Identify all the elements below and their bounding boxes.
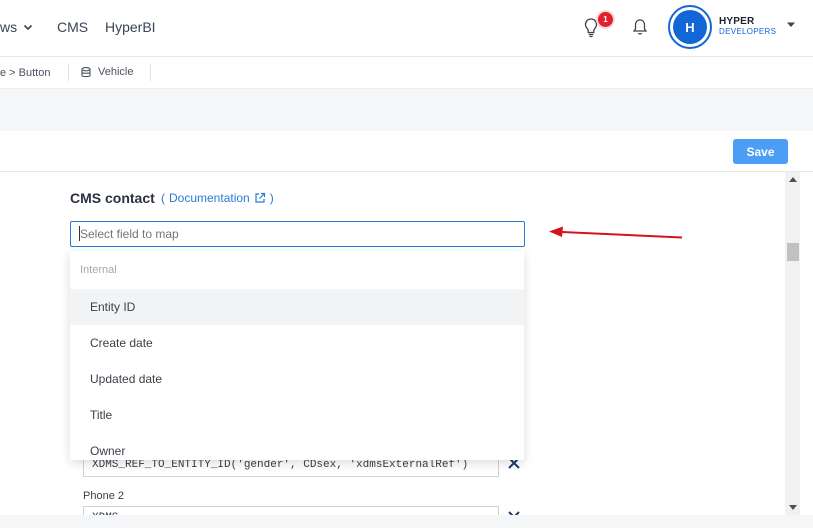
caret-down-icon[interactable] [786, 21, 796, 29]
doc-open-paren: ( [161, 191, 165, 205]
scroll-down-arrow-icon[interactable] [789, 505, 797, 510]
notification-badge: 1 [598, 12, 613, 27]
section-title: CMS contact [70, 190, 155, 206]
phone2-field[interactable]: XDMS [83, 506, 499, 515]
scrollbar-thumb[interactable] [787, 243, 799, 261]
documentation-link[interactable]: ( Documentation ) [161, 191, 274, 205]
scroll-up-arrow-icon[interactable] [789, 177, 797, 182]
documentation-link-label: Documentation [169, 191, 250, 205]
user-avatar[interactable]: H [668, 5, 712, 49]
form-content: CMS contact (Documentation ) XDMS_REF_TO… [0, 172, 785, 515]
bell-icon[interactable] [632, 18, 648, 36]
lightbulb-icon[interactable] [583, 17, 599, 39]
header-band [0, 89, 813, 131]
save-button[interactable]: Save [733, 139, 788, 164]
breadcrumb-path[interactable]: e > Button [0, 67, 50, 79]
avatar-letter: H [673, 10, 707, 44]
doc-close-paren: ) [269, 191, 274, 205]
text-cursor [79, 226, 80, 241]
nav-views-menu[interactable]: ws [0, 19, 33, 35]
divider [68, 64, 69, 81]
brand-logo: HYPER DEVELOPERS [719, 17, 776, 37]
database-icon [81, 66, 91, 77]
nav-hyperbi[interactable]: HyperBI [105, 19, 156, 35]
external-link-icon [255, 192, 265, 203]
divider [150, 64, 151, 81]
breadcrumb-entity-label: Vehicle [98, 66, 134, 78]
vertical-scrollbar[interactable] [785, 172, 800, 515]
dropdown-item-title[interactable]: Title [70, 397, 524, 433]
footer-band [0, 515, 813, 528]
dropdown-item-updated-date[interactable]: Updated date [70, 361, 524, 397]
top-navigation-bar: ws CMS HyperBI 1 H HYPER DEVELOPERS [0, 0, 813, 57]
brand-name: HYPER [719, 16, 755, 27]
field-map-select[interactable] [70, 221, 525, 247]
phone2-label: Phone 2 [83, 490, 124, 502]
dropdown-item-entity-id[interactable]: Entity ID [70, 289, 524, 325]
breadcrumb-entity[interactable]: Vehicle [81, 66, 133, 78]
dropdown-item-create-date[interactable]: Create date [70, 325, 524, 361]
brand-subtitle: DEVELOPERS [719, 27, 777, 36]
field-dropdown-menu: Internal Entity ID Create date Updated d… [70, 251, 524, 460]
dropdown-group-label: Internal [80, 264, 117, 276]
dropdown-item-owner[interactable]: Owner [70, 433, 524, 460]
annotation-arrow [549, 226, 683, 239]
chevron-down-icon [24, 24, 33, 31]
breadcrumb-bar: e > Button Vehicle [0, 57, 813, 89]
form-toolbar: Save [0, 131, 813, 172]
nav-cms[interactable]: CMS [57, 19, 88, 35]
nav-views-label: ws [0, 19, 18, 35]
